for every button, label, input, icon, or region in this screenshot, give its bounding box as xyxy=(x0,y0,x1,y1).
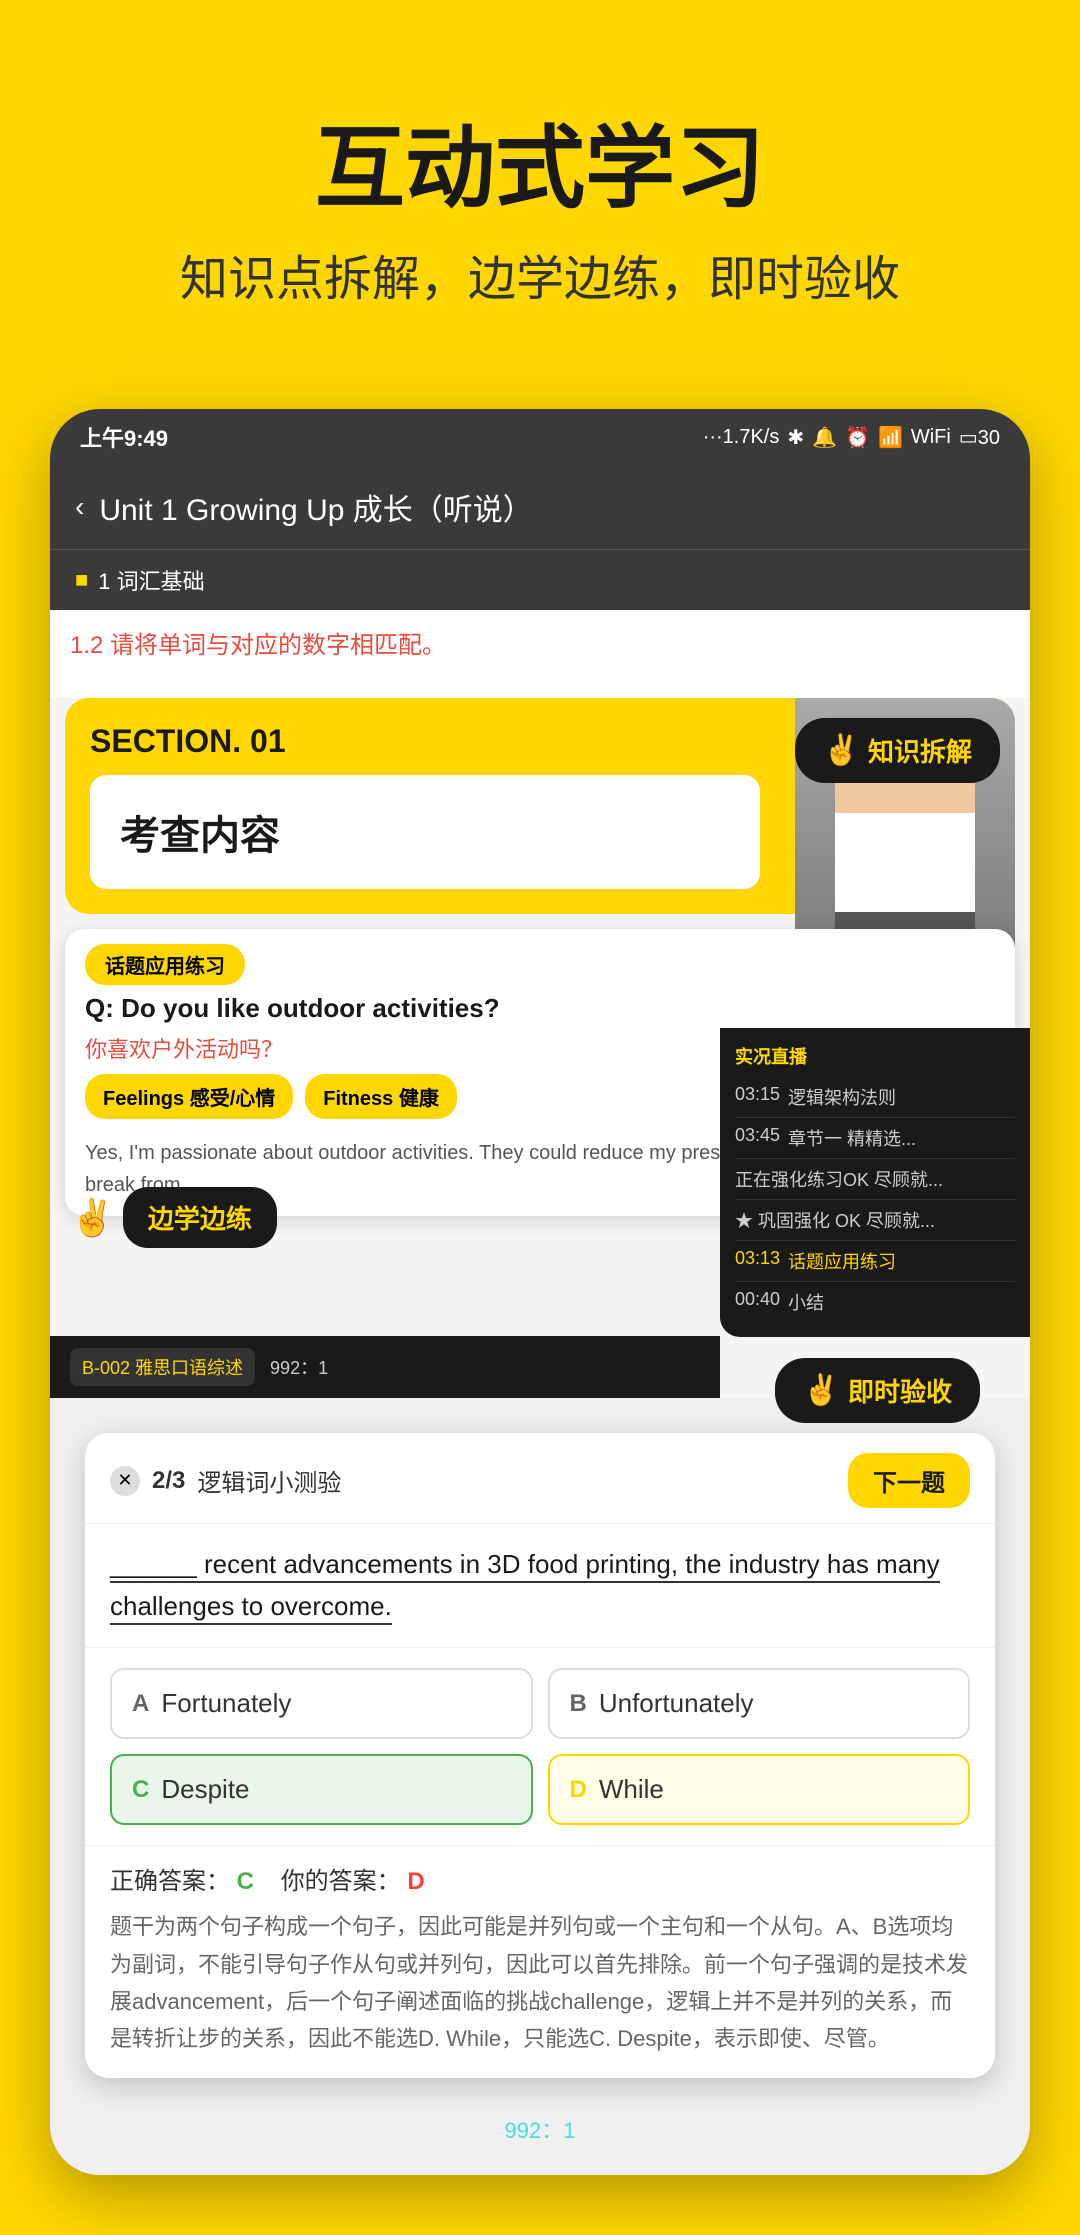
option-letter-c: C xyxy=(132,1776,149,1804)
dark-row-1: 03:15 逻辑架构法则 xyxy=(735,1077,1015,1118)
content-box-text: 考查内容 xyxy=(120,803,730,861)
practice-label-container: ✌ 边学边练 xyxy=(70,1187,277,1248)
bottom-strip: B-002 雅思口语综述 992：1 xyxy=(50,1336,720,1398)
quiz-option-b[interactable]: B Unfortunately xyxy=(548,1668,971,1739)
main-title: 互动式学习 xyxy=(60,120,1020,219)
quiz-blank: ______ xyxy=(110,1549,197,1583)
alarm-icon: ⏰ xyxy=(845,425,870,450)
bottom-count-display: 992：1 xyxy=(65,2098,1015,2160)
phone-screen: 上午9:49 ···1.7K/s ✱ 🔔 ⏰ 📶 WiFi ▭30 ‹ Unit… xyxy=(50,409,1030,2175)
quiz-progress: 2/3 xyxy=(152,1467,185,1495)
hand-icon-2: ✌ xyxy=(70,1197,115,1239)
option-text-d: While xyxy=(599,1774,664,1805)
quiz-header-left: ✕ 2/3 逻辑词小测验 xyxy=(110,1463,341,1498)
section-header-label: 1 词汇基础 xyxy=(98,564,204,596)
verify-label: 即时验收 xyxy=(848,1372,952,1409)
your-answer-label: 你的答案： xyxy=(281,1868,401,1895)
knowledge-tooltip: ✌ 知识拆解 xyxy=(795,718,1000,783)
phone-mockup: 上午9:49 ···1.7K/s ✱ 🔔 ⏰ 📶 WiFi ▭30 ‹ Unit… xyxy=(50,409,1030,2175)
knowledge-label: 知识拆解 xyxy=(868,732,972,769)
quiz-option-d[interactable]: D While xyxy=(548,1754,971,1825)
quiz-option-a[interactable]: A Fortunately xyxy=(110,1668,533,1739)
dark-row-5: 03:13 话题应用练习 xyxy=(735,1241,1015,1282)
qa-question-en: Q: Do you like outdoor activities? xyxy=(65,990,1015,1032)
qa-tag: 话题应用练习 xyxy=(85,944,245,985)
sub-title: 知识点拆解，边学边练，即时验收 xyxy=(60,239,1020,309)
battery-icon: ▭30 xyxy=(959,425,1000,450)
nav-bar: ‹ Unit 1 Growing Up 成长（听说） xyxy=(50,465,1030,550)
quiz-options: A Fortunately B Unfortunately C Despite xyxy=(85,1648,995,1845)
status-right: ···1.7K/s ✱ 🔔 ⏰ 📶 WiFi ▭30 xyxy=(703,425,1000,450)
vocab-row: 1.2 请将单词与对应的数字相匹配。 xyxy=(70,625,1010,660)
dark-row-6: 00:40 小结 xyxy=(735,1282,1015,1322)
correct-answer: C xyxy=(237,1868,254,1895)
vocab-section: 1.2 请将单词与对应的数字相匹配。 xyxy=(50,610,1030,683)
quiz-popup: ✕ 2/3 逻辑词小测验 下一题 ______ recent advanceme… xyxy=(85,1433,995,2078)
nav-title: Unit 1 Growing Up 成长（听说） xyxy=(99,485,532,529)
quiz-question-text: recent advancements in 3D food printing,… xyxy=(110,1549,940,1625)
vocab-instruction: 请将单词与对应的数字相匹配。 xyxy=(110,632,446,659)
status-time: 上午9:49 xyxy=(80,421,168,453)
practice-label: 边学边练 xyxy=(123,1187,277,1248)
back-button[interactable]: ‹ xyxy=(75,491,84,523)
option-letter-a: A xyxy=(132,1690,149,1718)
signal-icon: 📶 xyxy=(878,425,903,450)
bluetooth-icon: ✱ xyxy=(787,425,804,450)
dark-row-3: 正在强化练习OK 尽顾就... xyxy=(735,1159,1015,1200)
option-text-b: Unfortunately xyxy=(599,1688,754,1719)
quiz-answer-section: 正确答案： C 你的答案： D 题干为两个句子构成一个句子，因此可能是并列句或一… xyxy=(85,1845,995,2078)
status-bar: 上午9:49 ···1.7K/s ✱ 🔔 ⏰ 📶 WiFi ▭30 xyxy=(50,409,1030,465)
course-id: B-002 雅思口语综述 xyxy=(70,1348,255,1386)
content-box: 考查内容 xyxy=(90,775,760,889)
quiz-label: 逻辑词小测验 xyxy=(197,1463,341,1498)
answer-label: 正确答案： xyxy=(110,1868,230,1895)
network-status: ···1.7K/s xyxy=(703,426,780,449)
bottom-count: 992：1 xyxy=(270,1354,328,1380)
option-letter-d: D xyxy=(570,1776,587,1804)
quiz-section: ✌ 即时验收 ✕ 2/3 逻辑词小测验 下一题 xyxy=(50,1398,1030,2175)
option-text-a: Fortunately xyxy=(161,1688,291,1719)
quiz-next-button[interactable]: 下一题 xyxy=(848,1453,970,1508)
dark-row-2: 03:45 章节一 精精选... xyxy=(735,1118,1015,1159)
section-header: 1 词汇基础 xyxy=(50,550,1030,610)
qa-option-1[interactable]: Feelings 感受/心情 xyxy=(85,1074,293,1119)
option-text-c: Despite xyxy=(161,1774,249,1805)
top-section: 互动式学习 知识点拆解，边学边练，即时验收 xyxy=(0,0,1080,369)
bell-icon: 🔔 xyxy=(812,425,837,450)
answer-line: 正确答案： C 你的答案： D xyxy=(110,1861,970,1896)
content-area: ✌ 知识拆解 SECTION. 01 考查内容 xyxy=(50,698,1030,1398)
verify-bubble: ✌ 即时验收 xyxy=(775,1358,980,1423)
dark-panel-title: 实况直播 xyxy=(735,1043,1015,1069)
qa-option-2[interactable]: Fitness 健康 xyxy=(305,1074,457,1119)
quiz-close-button[interactable]: ✕ xyxy=(110,1466,140,1496)
dark-row-4: ★ 巩固强化 OK 尽顾就... xyxy=(735,1200,1015,1241)
quiz-header: ✕ 2/3 逻辑词小测验 下一题 xyxy=(85,1433,995,1524)
your-answer: D xyxy=(407,1868,424,1895)
wifi-icon: WiFi xyxy=(911,426,951,449)
quiz-question: ______ recent advancements in 3D food pr… xyxy=(85,1524,995,1648)
option-letter-b: B xyxy=(570,1690,587,1718)
hand-icon-3: ✌ xyxy=(803,1373,840,1408)
phone-section: 上午9:49 ···1.7K/s ✱ 🔔 ⏰ 📶 WiFi ▭30 ‹ Unit… xyxy=(0,369,1080,2235)
dark-panel: 实况直播 03:15 逻辑架构法则 03:45 章节一 精精选... 正在强化练… xyxy=(720,1028,1030,1337)
hand-icon-1: ✌ xyxy=(823,733,860,768)
quiz-option-c[interactable]: C Despite xyxy=(110,1754,533,1825)
answer-explanation: 题干为两个句子构成一个句子，因此可能是并列句或一个主句和一个从句。A、B选项均为… xyxy=(110,1908,970,2058)
vocab-number: 1.2 xyxy=(70,632,110,659)
